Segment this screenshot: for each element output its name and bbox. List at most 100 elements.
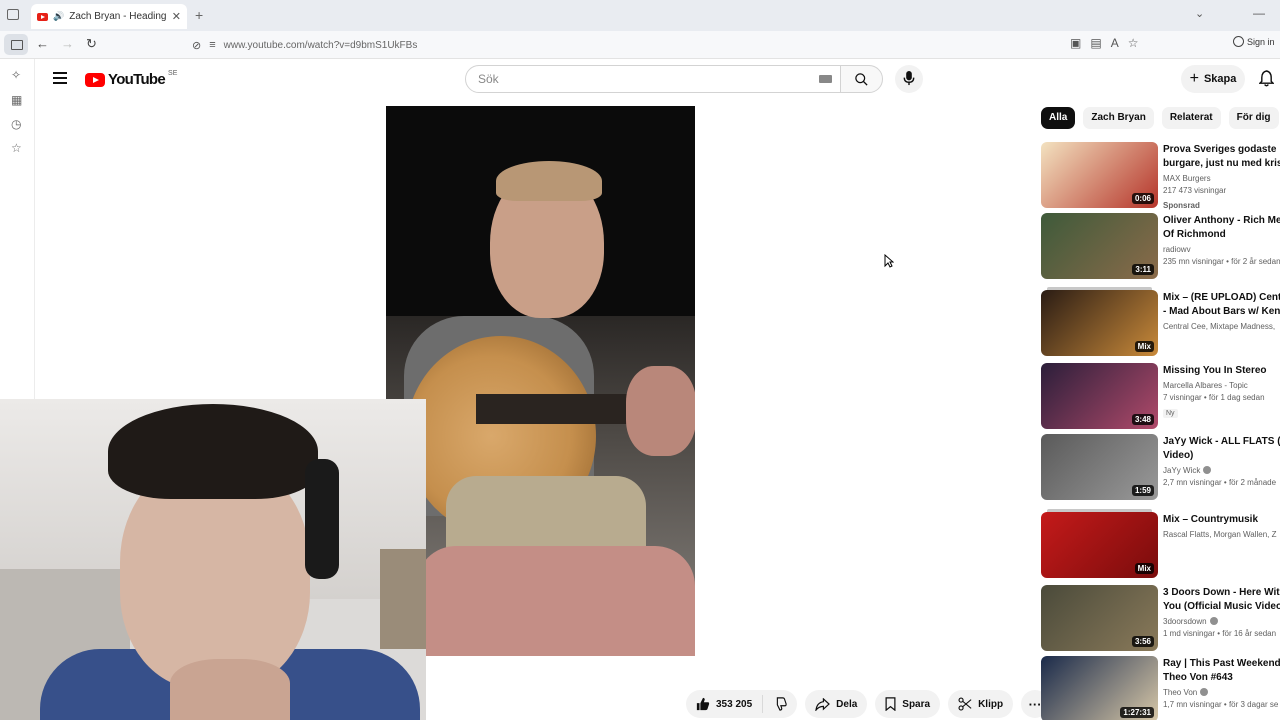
chip-related[interactable]: Relaterat [1161,107,1221,129]
recommendation-item[interactable]: 1:59 JaYy Wick - ALL FLATS (Of Video) JaYy … [1041,434,1280,501]
chip-for-you[interactable]: För dig [1228,107,1279,129]
like-count: 353 205 [716,698,753,710]
video-thumbnail[interactable]: Mix [1041,512,1158,578]
voice-search-button[interactable] [895,65,923,93]
duration-badge: Mix [1134,341,1154,352]
notifications-button[interactable] [1258,70,1275,92]
video-thumbnail[interactable]: Mix [1041,290,1158,356]
video-title-line2[interactable]: Of Richmond [1163,228,1280,242]
speaker-icon[interactable]: 🔊 [53,11,64,22]
menu-icon[interactable] [53,72,67,87]
tab-title: Zach Bryan - Heading South [69,11,167,22]
copilot-icon[interactable]: ✧ [11,68,21,82]
channel-name[interactable]: Central Cee, Mixtape Madness, [1163,322,1280,331]
sign-in-button[interactable]: Sign in [1233,36,1275,47]
tune-icon[interactable]: ≡ [209,39,215,51]
site-info-icon[interactable]: ⊘ [192,39,201,52]
collections-icon[interactable]: ▦ [11,93,22,107]
video-thumbnail[interactable]: 1:27:31 [1041,656,1158,720]
microphone-icon [903,71,915,86]
dislike-button[interactable] [763,690,797,718]
sponsored-badge: Sponsrad [1163,201,1200,210]
save-label: Spara [902,698,931,710]
channel-name[interactable]: Rascal Flatts, Morgan Wallen, Z [1163,530,1280,539]
tab-actions-icon[interactable] [7,9,19,20]
favorite-star-icon[interactable]: ☆ [1128,36,1139,50]
video-title-line2[interactable]: Video) [1163,449,1280,463]
video-thumbnail[interactable]: 0:06 [1041,142,1158,208]
keyboard-icon[interactable] [819,75,832,83]
sidebar-toggle-button[interactable] [4,34,28,55]
close-tab-icon[interactable]: ✕ [172,10,181,23]
forward-button[interactable]: → [61,36,74,51]
create-button[interactable]: + Skapa [1181,65,1245,93]
video-title[interactable]: Mix – (RE UPLOAD) Central [1163,291,1280,305]
recommendation-item[interactable]: 0:06 Prova Sveriges godaste burgare, just … [1041,142,1280,210]
new-badge: Ny [1163,409,1178,418]
logo-text: YouTube [108,71,166,88]
video-thumbnail[interactable]: 3:11 [1041,213,1158,279]
channel-name[interactable]: Marcella Albares - Topic [1163,381,1280,390]
video-title-line2[interactable]: You (Official Music Video) [1163,600,1280,614]
video-title-line2[interactable]: - Mad About Bars w/ Kenny [1163,305,1280,319]
like-button[interactable]: 353 205 [686,695,764,713]
video-title-line2[interactable]: burgare, just nu med krispi [1163,157,1280,171]
video-meta: 1,7 mn visningar • för 3 dagar se [1163,700,1279,709]
recommendation-item[interactable]: 3:56 3 Doors Down - Here Witho You (Offici… [1041,585,1280,652]
verified-icon [1203,466,1212,474]
video-thumbnail[interactable]: 3:48 [1041,363,1158,429]
channel-name[interactable]: 3doorsdown [1163,617,1280,626]
video-player[interactable] [386,106,695,656]
recommendation-item[interactable]: Mix Mix – Countrymusik Rascal Flatts, Morg… [1041,509,1280,579]
chevron-down-icon[interactable]: ⌄ [1195,7,1204,20]
country-code: SE [168,70,178,77]
share-button[interactable]: Dela [805,690,868,718]
recommendation-item[interactable]: 1:27:31 Ray | This Past Weekend w Theo Von… [1041,656,1280,720]
channel-name-text: radiowv [1163,245,1191,254]
history-icon[interactable]: ◷ [11,117,21,131]
video-title[interactable]: 3 Doors Down - Here Witho [1163,586,1280,600]
video-actions: 353 205 Dela Spara Klipp ··· [686,690,1050,718]
video-title-line2[interactable]: Theo Von #643 [1163,671,1280,685]
browser-tab[interactable]: 🔊 Zach Bryan - Heading South ✕ [31,4,187,29]
channel-name[interactable]: radiowv [1163,245,1280,254]
minimize-button[interactable]: — [1253,6,1265,20]
webcam-headset [305,459,339,579]
app-available-icon[interactable]: ▣ [1070,36,1081,50]
channel-name[interactable]: Theo Von [1163,688,1280,697]
video-title[interactable]: Missing You In Stereo [1163,364,1280,378]
youtube-favicon-icon [37,12,48,21]
recommendation-item[interactable]: Mix Mix – (RE UPLOAD) Central- Mad About … [1041,287,1280,357]
duration-badge: 1:59 [1131,485,1154,496]
webcam-overlay [0,399,426,720]
video-thumbnail[interactable]: 1:59 [1041,434,1158,500]
search-input[interactable]: Sök [465,65,841,93]
youtube-logo[interactable]: YouTube SE [85,70,178,88]
video-title[interactable]: JaYy Wick - ALL FLATS (Of [1163,435,1280,449]
favorites-icon[interactable]: ☆ [11,141,22,155]
recommendation-item[interactable]: 3:11 Oliver Anthony - Rich Men NOf Richmo… [1041,213,1280,280]
reload-button[interactable]: ↻ [86,36,97,52]
new-tab-button[interactable]: + [195,7,203,23]
channel-name-text: Marcella Albares - Topic [1163,381,1248,390]
save-button[interactable]: Spara [875,690,941,718]
clip-button[interactable]: Klipp [948,690,1014,718]
video-title[interactable]: Prova Sveriges godaste [1163,143,1280,157]
translate-icon[interactable]: A [1111,36,1119,50]
chip-zach-bryan[interactable]: Zach Bryan [1083,107,1154,129]
chip-all[interactable]: Alla [1041,107,1076,129]
search-button[interactable] [840,65,883,93]
channel-name-text: Central Cee, Mixtape Madness, [1163,322,1276,331]
back-button[interactable]: ← [36,36,49,51]
channel-name[interactable]: MAX Burgers [1163,174,1280,183]
address-bar-row: ← → ↻ ⊘ ≡ www.youtube.com/watch?v=d9bmS1… [0,31,1280,59]
channel-name[interactable]: JaYy Wick [1163,466,1280,475]
video-title[interactable]: Oliver Anthony - Rich Men N [1163,214,1280,228]
immersive-reader-icon[interactable]: ▤ [1090,36,1101,50]
video-title[interactable]: Ray | This Past Weekend w [1163,657,1280,671]
screen: 🔊 Zach Bryan - Heading South ✕ + ⌄ — ← →… [0,0,1280,720]
url-field[interactable]: ⊘ ≡ www.youtube.com/watch?v=d9bmS1UkFBs [186,34,1150,56]
recommendation-item[interactable]: 3:48 Missing You In Stereo Marcella Albare… [1041,363,1280,430]
video-thumbnail[interactable]: 3:56 [1041,585,1158,651]
video-title[interactable]: Mix – Countrymusik [1163,513,1280,527]
